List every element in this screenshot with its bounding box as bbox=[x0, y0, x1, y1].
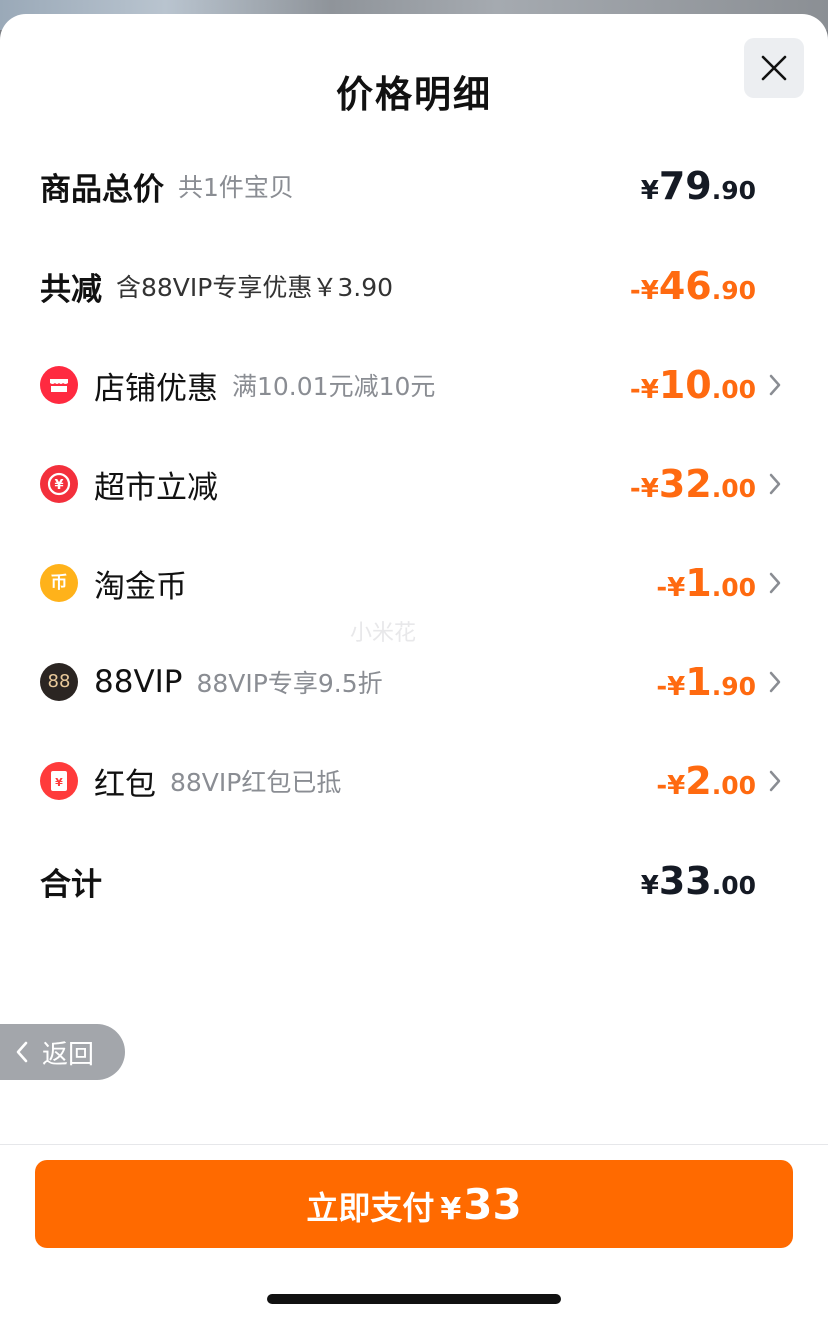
back-label: 返回 bbox=[42, 1039, 95, 1070]
svg-text:¥: ¥ bbox=[55, 776, 63, 789]
row-goods-total: 商品总价 共1件宝贝 ¥79.90 bbox=[0, 156, 828, 216]
currency-symbol: -¥ bbox=[629, 276, 659, 306]
coin-icon: 币 bbox=[40, 564, 78, 602]
vip-rule: 88VIP专享9.5折 bbox=[196, 669, 383, 698]
store-discount-rule: 满10.01元减10元 bbox=[232, 372, 436, 401]
tao-coin-amount: -¥ 1.00 bbox=[656, 553, 756, 613]
watermark: 小米花 bbox=[350, 621, 417, 646]
currency-symbol: ¥ bbox=[640, 871, 659, 901]
currency-symbol: ¥ bbox=[640, 176, 659, 206]
amount-integer: 32 bbox=[658, 462, 712, 506]
chevron-right-icon bbox=[769, 671, 781, 693]
close-icon bbox=[761, 55, 787, 81]
currency-symbol: -¥ bbox=[656, 573, 686, 603]
store-icon bbox=[40, 366, 78, 404]
red-packet-amount: -¥ 2.00 bbox=[656, 751, 756, 811]
amount-integer: 1 bbox=[685, 561, 712, 605]
currency-symbol: -¥ bbox=[656, 771, 686, 801]
chevron-left-icon bbox=[16, 1041, 28, 1063]
discount-total-note: 含88VIP专享优惠￥3.90 bbox=[116, 273, 394, 302]
currency-symbol: -¥ bbox=[629, 375, 659, 405]
amount-integer: 46 bbox=[658, 264, 712, 308]
amount-decimal: .00 bbox=[711, 771, 756, 800]
close-button[interactable] bbox=[744, 38, 804, 98]
row-store-discount[interactable]: 店铺优惠 满10.01元减10元 -¥ 10.00 bbox=[0, 355, 828, 415]
total-label: 合计 bbox=[40, 866, 102, 903]
chevron-right-icon bbox=[769, 374, 781, 396]
amount-integer: 33 bbox=[658, 859, 712, 903]
vip-88-icon: 88 bbox=[40, 663, 78, 701]
amount-decimal: .90 bbox=[711, 176, 756, 205]
store-discount-label: 店铺优惠 bbox=[94, 370, 218, 407]
row-88vip[interactable]: 88 88VIP 88VIP专享9.5折 -¥ 1.90 bbox=[0, 652, 828, 712]
chevron-right-icon bbox=[769, 770, 781, 792]
amount-decimal: .00 bbox=[711, 474, 756, 503]
row-discount-total: 共减 含88VIP专享优惠￥3.90 -¥ 46.90 bbox=[0, 256, 828, 316]
row-tao-coin[interactable]: 币 淘金币 -¥ 1.00 bbox=[0, 553, 828, 613]
store-discount-amount: -¥ 10.00 bbox=[630, 355, 756, 415]
tao-coin-label: 淘金币 bbox=[94, 568, 187, 605]
amount-integer: 2 bbox=[685, 759, 712, 803]
row-market-discount[interactable]: ¥ 超市立减 -¥ 32.00 bbox=[0, 454, 828, 514]
pay-amount: 33 bbox=[463, 1180, 522, 1229]
goods-count: 共1件宝贝 bbox=[178, 173, 294, 202]
row-total: 合计 ¥33.00 bbox=[0, 851, 828, 911]
back-button[interactable]: 返回 bbox=[0, 1024, 125, 1080]
home-indicator bbox=[267, 1294, 561, 1304]
row-red-packet[interactable]: ¥ 红包 88VIP红包已抵 -¥ 2.00 bbox=[0, 751, 828, 811]
red-packet-label: 红包 bbox=[94, 766, 156, 803]
footer-divider bbox=[0, 1144, 828, 1145]
goods-total-amount: ¥79.90 bbox=[641, 156, 756, 216]
vip-label: 88VIP bbox=[94, 664, 183, 700]
red-packet-note: 88VIP红包已抵 bbox=[170, 768, 342, 797]
red-packet-icon: ¥ bbox=[40, 762, 78, 800]
coin-glyph: 币 bbox=[50, 572, 68, 593]
goods-total-label: 商品总价 bbox=[40, 171, 164, 208]
discount-total-label: 共减 bbox=[40, 271, 102, 308]
discount-total-amount: -¥ 46.90 bbox=[630, 256, 756, 316]
amount-decimal: .90 bbox=[711, 276, 756, 305]
currency-symbol: -¥ bbox=[656, 672, 686, 702]
amount-integer: 1 bbox=[685, 660, 712, 704]
amount-decimal: .00 bbox=[711, 871, 756, 900]
pay-now-label: 立即支付 bbox=[306, 1189, 435, 1227]
vip-glyph: 88 bbox=[47, 671, 71, 692]
pay-currency-symbol: ¥ bbox=[440, 1192, 462, 1227]
chevron-right-icon bbox=[769, 572, 781, 594]
chevron-right-icon bbox=[769, 473, 781, 495]
amount-integer: 79 bbox=[658, 164, 712, 208]
market-discount-amount: -¥ 32.00 bbox=[630, 454, 756, 514]
vip-discount-amount: -¥ 1.90 bbox=[656, 652, 756, 712]
amount-decimal: .90 bbox=[711, 672, 756, 701]
pay-now-button[interactable]: 立即支付 ¥ 33 bbox=[35, 1160, 793, 1248]
amount-decimal: .00 bbox=[711, 375, 756, 404]
sheet-title: 价格明细 bbox=[336, 73, 492, 116]
svg-text:¥: ¥ bbox=[54, 478, 63, 493]
total-amount: ¥33.00 bbox=[641, 851, 756, 911]
market-discount-label: 超市立减 bbox=[94, 469, 218, 506]
currency-symbol: -¥ bbox=[629, 474, 659, 504]
yen-circle-icon: ¥ bbox=[40, 465, 78, 503]
amount-integer: 10 bbox=[658, 363, 712, 407]
amount-decimal: .00 bbox=[711, 573, 756, 602]
